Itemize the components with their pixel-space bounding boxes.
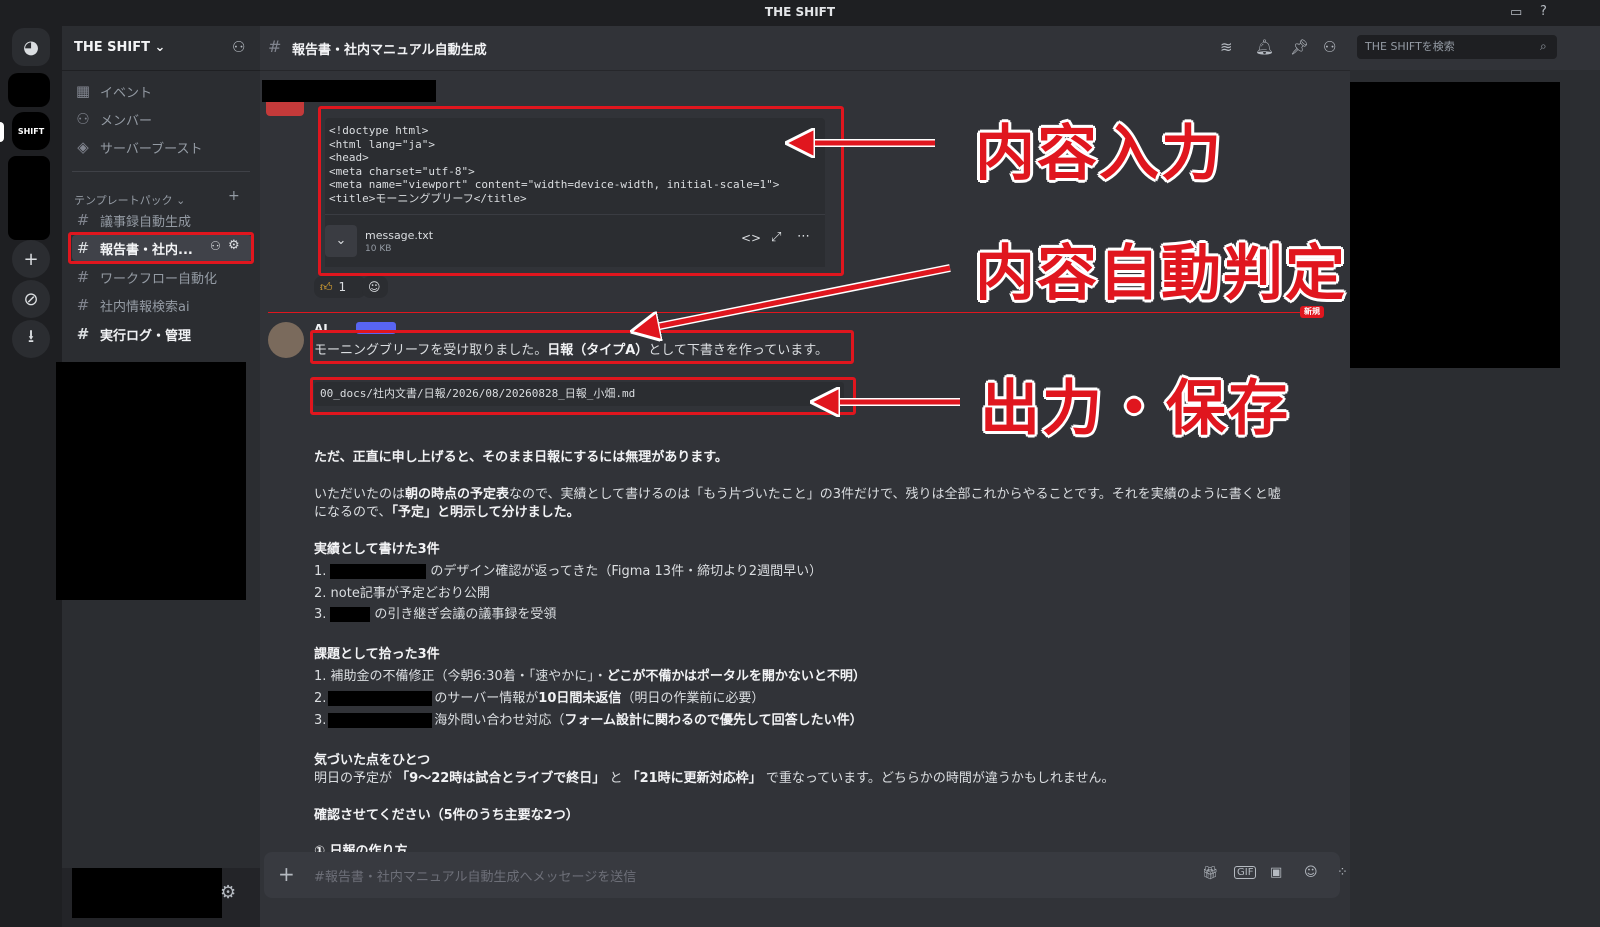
add-attachment-icon[interactable]: +: [278, 862, 295, 886]
message-composer[interactable]: + #報告書・社内マニュアル自動生成へメッセージを送信 🎁︎ GIF ▣ ☺ ⁘: [264, 852, 1348, 898]
annotation-arrows: [0, 0, 960, 927]
message-input[interactable]: #報告書・社内マニュアル自動生成へメッセージを送信: [314, 866, 636, 885]
annotation-input: 内容入力: [975, 119, 1223, 189]
apps-icon[interactable]: ⁘: [1337, 865, 1348, 880]
gif-icon[interactable]: GIF: [1234, 866, 1257, 879]
gift-icon[interactable]: 🎁︎: [1202, 866, 1219, 881]
sticker-icon[interactable]: ▣: [1270, 865, 1282, 880]
emoji-icon[interactable]: ☺: [1304, 865, 1318, 880]
annotation-judge: 内容自動判定: [975, 239, 1347, 309]
annotation-output: 出力・保存: [980, 374, 1290, 444]
